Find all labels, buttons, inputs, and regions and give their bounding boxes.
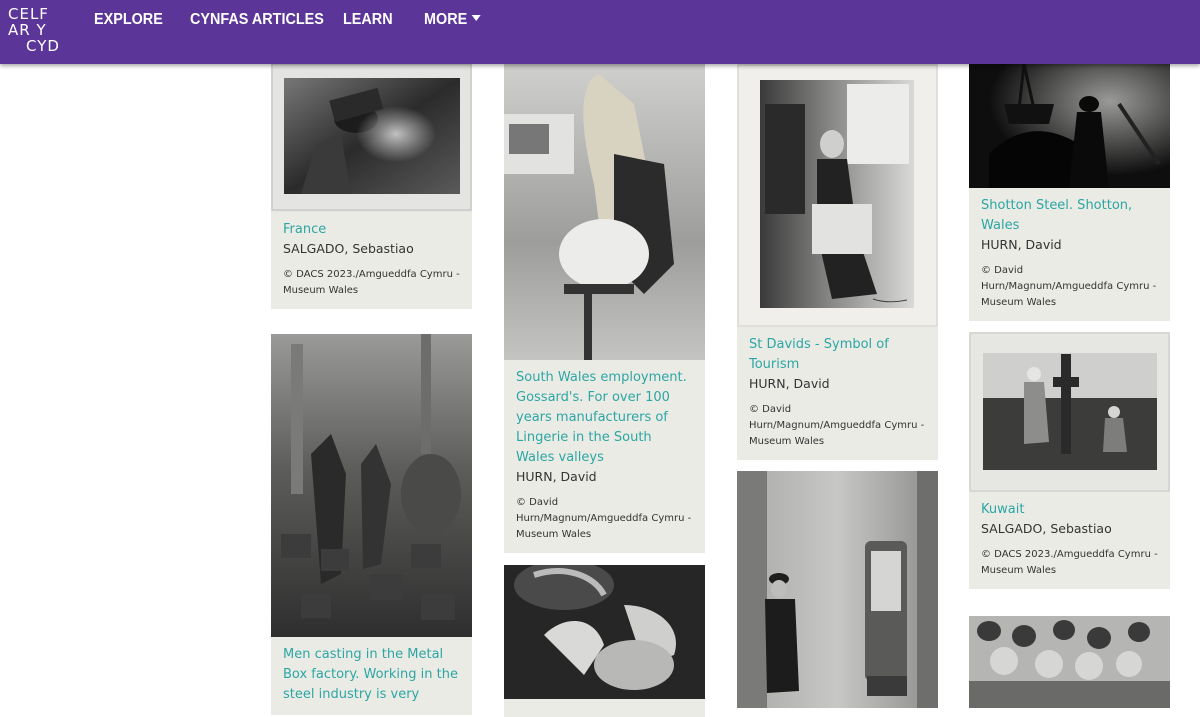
artwork-credit: © David Hurn/Magnum/Amgueddfa Cymru - Mu… — [749, 404, 925, 447]
artwork-card[interactable]: St Davids - Symbol of Tourism HURN, Davi… — [737, 64, 938, 460]
artwork-title[interactable]: Kuwait — [981, 500, 1158, 520]
nav-more[interactable]: MORE — [424, 11, 481, 29]
nav-learn[interactable]: LEARN — [343, 11, 393, 29]
artwork-artist: HURN, David — [981, 237, 1062, 252]
nav-more-label: MORE — [424, 11, 468, 28]
artwork-card[interactable]: South Wales employment. Gossard's. For o… — [504, 64, 705, 553]
artwork-title[interactable]: South Wales employment. Gossard's. For o… — [516, 368, 693, 468]
site-logo[interactable]: CELF AR Y CYD — [8, 6, 64, 54]
artwork-image[interactable] — [969, 332, 1170, 492]
artwork-title[interactable]: St Davids - Symbol of Tourism — [749, 335, 926, 375]
chevron-down-icon — [471, 14, 481, 21]
artwork-image[interactable] — [504, 565, 705, 699]
artwork-image[interactable] — [271, 334, 472, 637]
artwork-card[interactable]: Men casting in the Metal Box factory. Wo… — [271, 334, 472, 715]
artwork-credit: © DACS 2023./Amgueddfa Cymru - Museum Wa… — [283, 269, 460, 296]
artwork-title[interactable]: Shotton Steel. Shotton, Wales — [981, 196, 1158, 236]
top-nav-bar: CELF AR Y CYD EXPLORE CYNFAS ARTICLES LE… — [0, 0, 1200, 64]
artwork-artist: SALGADO, Sebastiao — [283, 241, 414, 256]
artwork-credit: © DACS 2023./Amgueddfa Cymru - Museum Wa… — [981, 549, 1158, 576]
artwork-card[interactable] — [504, 565, 705, 717]
artwork-card[interactable]: France SALGADO, Sebastiao © DACS 2023./A… — [271, 64, 472, 309]
nav-explore[interactable]: EXPLORE — [94, 11, 163, 29]
artwork-artist: HURN, David — [516, 469, 597, 484]
artwork-image[interactable] — [969, 616, 1170, 708]
artwork-image[interactable] — [737, 471, 938, 708]
artwork-image[interactable] — [504, 64, 705, 360]
artwork-title[interactable]: Men casting in the Metal Box factory. Wo… — [283, 645, 460, 705]
artwork-card[interactable]: Shotton Steel. Shotton, Wales HURN, Davi… — [969, 64, 1170, 321]
artwork-credit: © David Hurn/Magnum/Amgueddfa Cymru - Mu… — [516, 497, 692, 540]
artwork-card[interactable] — [737, 471, 938, 708]
artwork-artist: HURN, David — [749, 376, 830, 391]
artwork-image[interactable] — [737, 64, 938, 327]
nav-cynfas-articles[interactable]: CYNFAS ARTICLES — [190, 11, 324, 29]
artwork-card[interactable]: Kuwait SALGADO, Sebastiao © DACS 2023./A… — [969, 332, 1170, 589]
logo-line-3: CYD — [26, 37, 60, 55]
artwork-artist: SALGADO, Sebastiao — [981, 521, 1112, 536]
artwork-card[interactable] — [969, 616, 1170, 708]
logo-line-1: CELF — [8, 5, 49, 23]
artwork-image[interactable] — [271, 64, 472, 212]
artwork-image[interactable] — [969, 64, 1170, 188]
artwork-title[interactable]: France — [283, 220, 460, 240]
logo-line-2: AR Y — [8, 21, 47, 39]
artwork-credit: © David Hurn/Magnum/Amgueddfa Cymru - Mu… — [981, 265, 1157, 308]
